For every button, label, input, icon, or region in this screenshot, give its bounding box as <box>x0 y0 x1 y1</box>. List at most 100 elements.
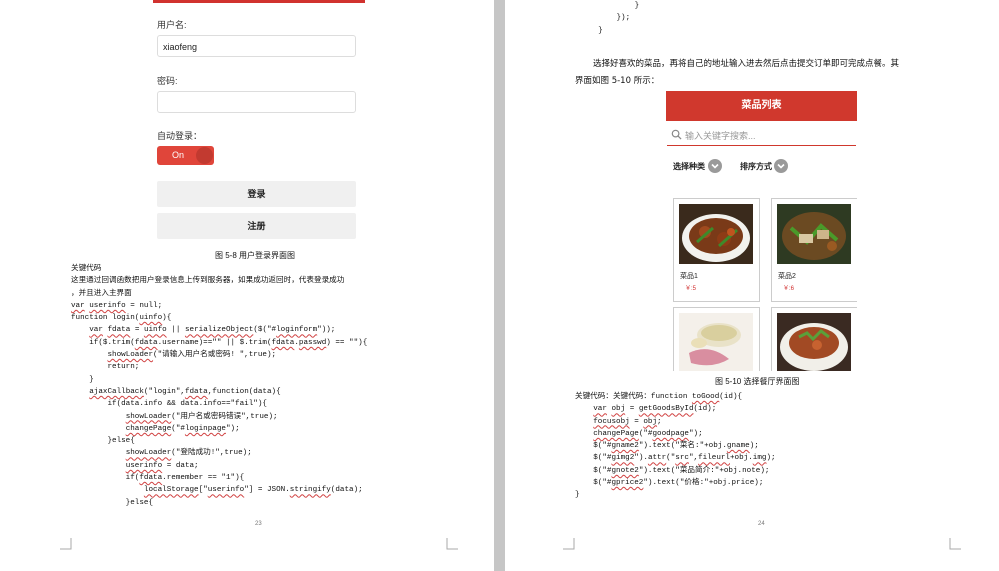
code-text: ")); <box>317 326 336 335</box>
code-line: localStorage["userinfo"] = JSON.stringif… <box>71 484 367 496</box>
password-field[interactable] <box>157 91 356 113</box>
code-text: "); <box>688 429 703 438</box>
code-block-togood: 关键代码：关键代码：function toGood(id){ var obj =… <box>575 391 776 502</box>
spellcheck-word: fdata <box>184 387 208 396</box>
password-label: 密码: <box>157 76 178 86</box>
crop-mark-bottom-left <box>60 538 72 550</box>
crop-mark-bottom-right <box>949 538 961 550</box>
spellcheck-word: uinfo <box>143 326 167 335</box>
code-text: ($("# <box>253 326 277 335</box>
code-line: 这里通过回调函数把用户登录信息上传到服务器，如果成功返回时，代表登录成功 <box>71 275 367 287</box>
code-text: 这里通过回调函数把用户登录信息上传到服务器，如果成功返回时，代表登录成功 <box>71 277 345 286</box>
spellcheck-word: showLoader <box>107 351 154 360</box>
code-line: } <box>575 489 776 501</box>
spellcheck-word: gname <box>726 442 750 451</box>
spellcheck-word: gnote2 <box>611 466 639 475</box>
menu-item-card[interactable]: 菜品2 ￥:6 <box>771 198 857 302</box>
page-number: 23 <box>255 521 262 527</box>
code-text: } <box>580 2 640 10</box>
spellcheck-word: goodpage <box>652 429 689 438</box>
code-text: $("# <box>575 442 612 451</box>
code-line: $("#gprice2").text("价格:"+obj.price); <box>575 477 776 489</box>
menu-item-card[interactable] <box>771 307 857 371</box>
filter-category-label[interactable]: 选择种类 <box>673 161 705 172</box>
menu-search-input[interactable]: 输入关键字搜索... <box>667 125 856 146</box>
code-text: if($.trim( <box>71 338 135 347</box>
code-text: ("login", <box>143 387 185 396</box>
spellcheck-word: img <box>752 454 767 463</box>
login-button[interactable]: 登录 <box>157 181 356 207</box>
autologin-label: 自动登录： <box>157 131 203 141</box>
figure-caption-5-10: 图 5-10 选择餐厅界面图 <box>715 377 800 386</box>
code-line: var fdata = uinfo || serializeObject($("… <box>71 324 367 336</box>
code-line: if(data.info && data.info=="fail"){ <box>71 398 367 410</box>
code-text: function login( <box>71 314 140 323</box>
code-text: ) == ""){ <box>326 338 368 347</box>
code-text: ("# <box>171 424 185 433</box>
login-screenshot: 用户名: xiaofeng 密码: 自动登录： On 登录 注册 <box>153 0 365 244</box>
toggle-text: On <box>172 150 185 160</box>
spellcheck-word: var <box>89 326 103 335</box>
spellcheck-word: attr <box>647 454 667 463</box>
code-text: $("# <box>575 454 612 463</box>
spellcheck-word: passwd <box>298 338 327 347</box>
dish-price: ￥:6 <box>783 286 795 292</box>
menu-header: 菜品列表 <box>666 91 857 121</box>
register-button[interactable]: 注册 <box>157 213 356 239</box>
code-text: ); <box>749 442 759 451</box>
code-text: = <box>625 405 639 414</box>
code-text: +obj. <box>730 454 753 463</box>
spellcheck-word: localStorage <box>143 486 199 495</box>
code-line: 关键代码 <box>71 263 367 275</box>
code-text: "); <box>225 424 240 433</box>
code-text: ); <box>766 454 776 463</box>
code-text: ,function(data){ <box>207 387 281 396</box>
code-text: ").text("菜名:"+obj. <box>638 442 727 451</box>
spellcheck-word: obj <box>611 405 626 414</box>
code-line: ，并且进入主界面 <box>71 288 367 300</box>
code-text: "). <box>634 454 648 463</box>
spellcheck-word: fdata <box>134 338 158 347</box>
dish-photo <box>777 313 851 371</box>
spellcheck-word: ajaxCallback <box>89 387 144 396</box>
code-text: ){ <box>162 314 172 323</box>
code-text: } <box>575 491 580 500</box>
code-text: ("# <box>638 429 653 438</box>
code-text: $("# <box>575 479 612 488</box>
code-line: changePage("#loginpage"); <box>71 423 367 435</box>
search-placeholder: 输入关键字搜索... <box>685 131 756 141</box>
spellcheck-word: showLoader <box>125 449 172 458</box>
dish-photo <box>679 313 753 371</box>
code-line: } <box>580 0 640 12</box>
filter-sort-label[interactable]: 排序方式 <box>740 161 772 172</box>
username-field[interactable]: xiaofeng <box>157 35 356 57</box>
code-text: }else{ <box>71 498 154 507</box>
code-text: ", <box>688 454 699 463</box>
chevron-down-icon[interactable] <box>774 159 788 173</box>
document-page-left: 用户名: xiaofeng 密码: 自动登录： On 登录 注册 图 5-8 用… <box>0 0 494 571</box>
spellcheck-word: showLoader <box>125 412 172 421</box>
autologin-toggle[interactable]: On <box>157 146 214 165</box>
menu-item-card[interactable]: 菜品1 ￥:5 <box>673 198 760 302</box>
code-text: }); <box>580 14 631 23</box>
code-line: showLoader("用户名或密码错误",true); <box>71 411 367 423</box>
code-text: "] = JSON. <box>244 486 290 495</box>
menu-item-card[interactable] <box>673 307 760 371</box>
spellcheck-word: fdata <box>139 474 163 483</box>
spellcheck-word: stringify <box>289 486 331 495</box>
code-line: $("#gname2").text("菜名:"+obj.gname); <box>575 440 776 452</box>
code-text: ，并且进入主界面 <box>71 289 132 298</box>
spellcheck-word: uinfo <box>139 314 163 323</box>
code-block-login: 关键代码这里通过回调函数把用户登录信息上传到服务器，如果成功返回时，代表登录成功… <box>71 263 367 509</box>
chevron-down-icon[interactable] <box>708 159 722 173</box>
code-text: ").text("价格:"+obj.price); <box>643 479 764 488</box>
code-text: ").text("菜品简介:"+obj.note); <box>638 466 770 475</box>
code-text: (" <box>666 454 676 463</box>
code-line: }else{ <box>71 497 367 509</box>
spellcheck-word: var <box>593 405 607 414</box>
